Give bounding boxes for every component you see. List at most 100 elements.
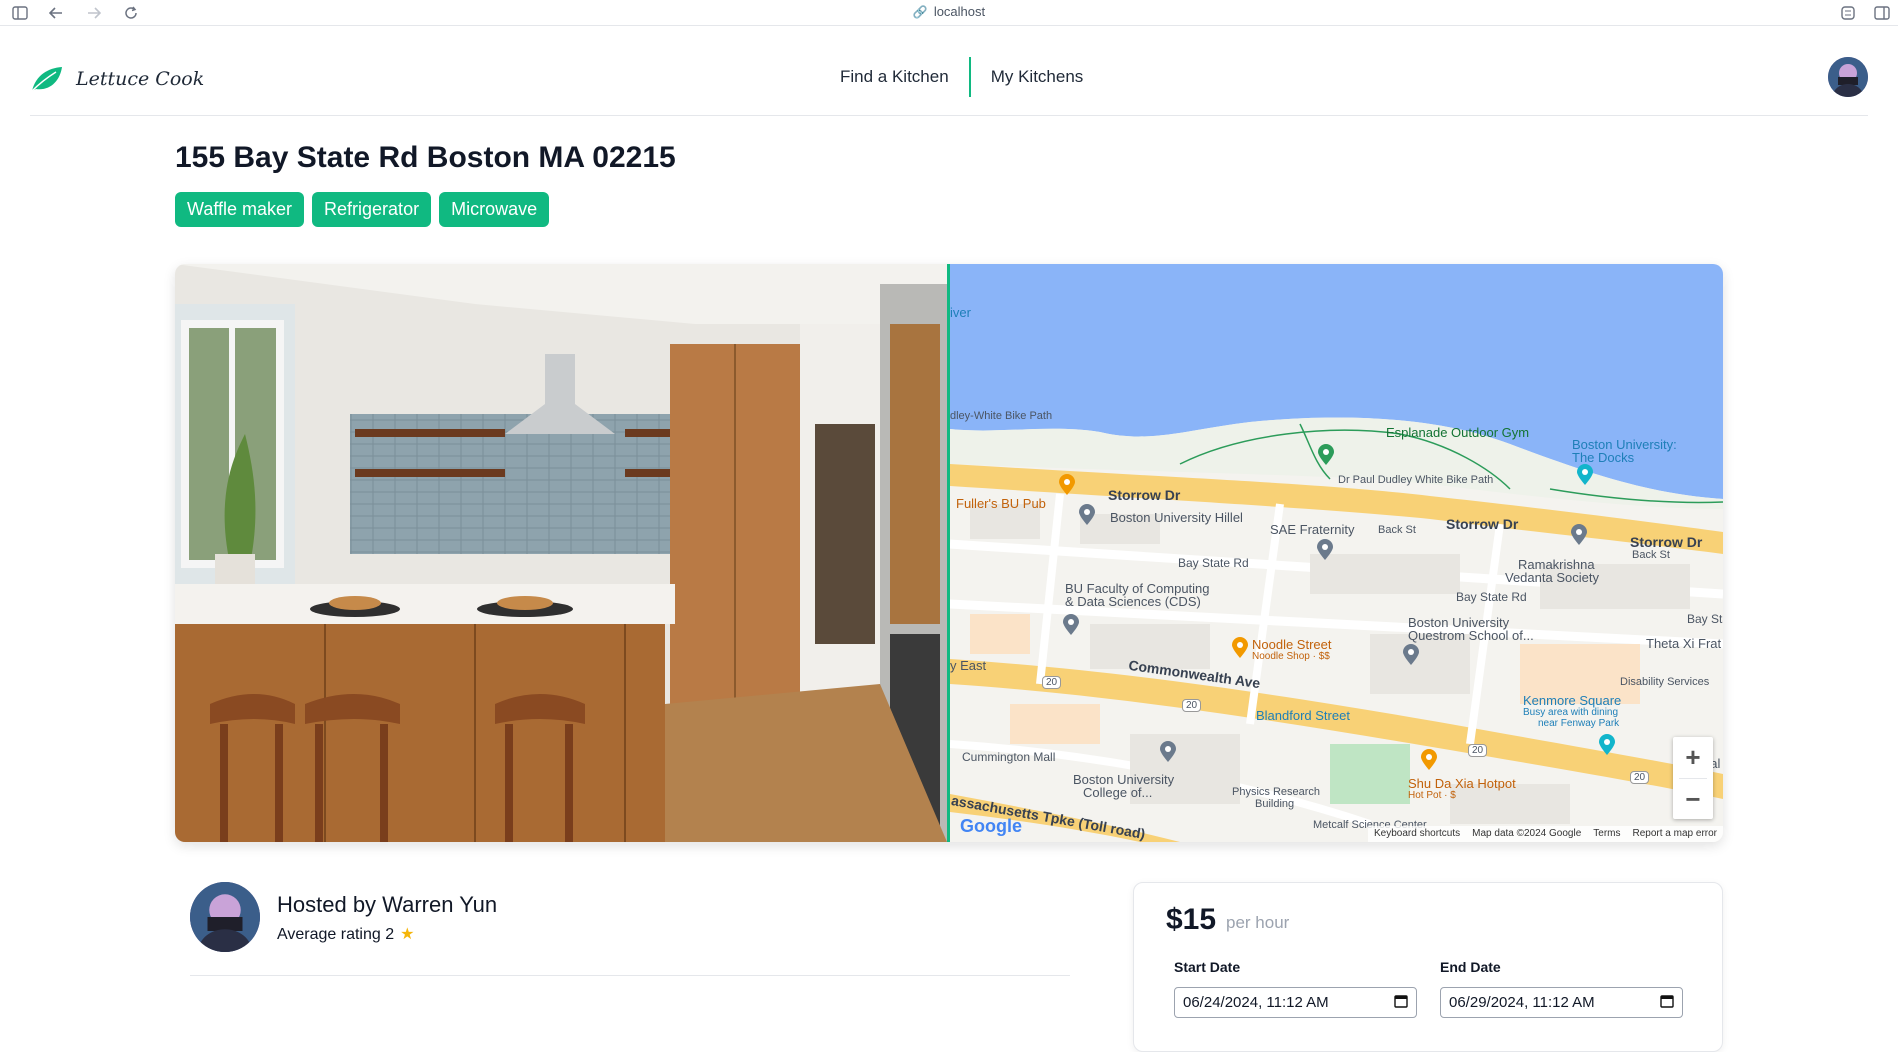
link-icon: 🔗: [912, 5, 928, 19]
map-pin-icon[interactable]: [1316, 539, 1334, 561]
map-label: Storrow Dr: [1446, 516, 1519, 532]
amenity-tag: Refrigerator: [312, 192, 432, 227]
amenity-tags: Waffle maker Refrigerator Microwave: [175, 192, 550, 227]
nav-find-kitchen[interactable]: Find a Kitchen: [820, 67, 969, 87]
google-logo-text: Google: [960, 816, 1022, 836]
nav-links: Find a Kitchen My Kitchens: [820, 57, 1103, 97]
hourly-price: $15: [1166, 903, 1217, 936]
map-pin-icon[interactable]: [1058, 474, 1076, 496]
map-pin-icon[interactable]: [1159, 741, 1177, 763]
map-label: Storrow Dr: [1630, 534, 1703, 550]
host-avatar-icon: [190, 882, 260, 952]
map-label: Disability Services: [1620, 676, 1710, 688]
map-label: Busy area with dining: [1523, 707, 1619, 718]
map-label: Building: [1255, 798, 1295, 810]
host-avatar: [190, 882, 260, 952]
calendar-icon[interactable]: [1660, 994, 1674, 1011]
route-shield: 20: [1630, 771, 1650, 784]
map-label: Bay State Rd: [1456, 590, 1527, 604]
map-label: Noodle Shop · $$: [1252, 651, 1330, 662]
map-label: iver: [950, 305, 971, 320]
map-pin-icon[interactable]: [1576, 464, 1594, 486]
address-bar[interactable]: 🔗 localhost: [0, 4, 1898, 19]
extension-icon[interactable]: [1838, 3, 1858, 23]
star-icon: ★: [400, 926, 415, 943]
map-label: Fuller's BU Pub: [956, 496, 1046, 511]
map-zoom-controls: + −: [1673, 737, 1713, 819]
map-label: Dr Paul Dudley White Bike Path: [1338, 474, 1494, 486]
listing-media: iver dley-White Bike Path Dr Paul Dudley…: [175, 264, 1723, 842]
zoom-in-button[interactable]: +: [1673, 737, 1713, 778]
host-section: Hosted by Warren Yun Average rating 2 ★: [190, 882, 1070, 976]
route-shield: 20: [1042, 676, 1062, 689]
map-label: Blandford Street: [1256, 708, 1350, 723]
map-label: Storrow Dr: [1108, 487, 1181, 503]
map-pin-icon[interactable]: [1402, 644, 1420, 666]
google-logo: Google: [960, 816, 1022, 837]
kitchen-photo-image: [175, 264, 947, 842]
start-date-value: 06/24/2024, 11:12 AM: [1183, 994, 1329, 1011]
amenity-tag: Waffle maker: [175, 192, 305, 227]
map-label: Noodle Street: [1252, 637, 1332, 652]
map-pin-icon[interactable]: [1062, 614, 1080, 636]
map-pin-icon[interactable]: [1317, 444, 1335, 466]
map-label: Kenmore Square: [1523, 693, 1622, 708]
map-terms-link[interactable]: Terms: [1593, 828, 1620, 840]
start-date-input[interactable]: 06/24/2024, 11:12 AM: [1174, 987, 1417, 1018]
map-label: The Docks: [1572, 450, 1635, 465]
map-label: Bay Sta: [1687, 612, 1723, 626]
map-label: SAE Fraternity: [1270, 522, 1355, 537]
host-rating-label: Average rating 2: [277, 926, 395, 943]
start-date-label: Start Date: [1174, 959, 1241, 975]
split-view-icon[interactable]: [1872, 3, 1892, 23]
kitchen-photo: [175, 264, 947, 842]
map-label: Hot Pot · $: [1408, 790, 1456, 801]
end-date-input[interactable]: 06/29/2024, 11:12 AM: [1440, 987, 1683, 1018]
leaf-icon: [31, 67, 62, 92]
brand-logo[interactable]: Lettuce Cook: [30, 65, 204, 93]
map-label: dley-White Bike Path: [950, 410, 1053, 422]
map-pin-icon[interactable]: [1231, 637, 1249, 659]
map-pin-icon[interactable]: [1570, 524, 1588, 546]
map-label: Questrom School of...: [1408, 628, 1534, 643]
location-map[interactable]: iver dley-White Bike Path Dr Paul Dudley…: [950, 264, 1723, 842]
zoom-out-button[interactable]: −: [1673, 779, 1713, 820]
user-avatar-icon: [1828, 57, 1868, 97]
user-avatar[interactable]: [1828, 57, 1868, 97]
map-report-error-link[interactable]: Report a map error: [1633, 828, 1717, 840]
nav-my-kitchens[interactable]: My Kitchens: [971, 67, 1104, 87]
map-label: Bay State Rd: [1178, 556, 1249, 570]
map-label: Physics Research: [1232, 786, 1321, 798]
map-pin-icon[interactable]: [1420, 749, 1438, 771]
map-label: Back St: [1632, 549, 1670, 561]
map-label: & Data Sciences (CDS): [1065, 594, 1201, 609]
amenity-tag: Microwave: [439, 192, 550, 227]
map-label: y East: [950, 658, 987, 673]
host-rating: Average rating 2 ★: [277, 924, 414, 944]
brand-name: Lettuce Cook: [76, 68, 205, 90]
listing-address: 155 Bay State Rd Boston MA 02215: [175, 141, 676, 174]
route-shield: 20: [1182, 699, 1202, 712]
map-footer: Keyboard shortcuts Map data ©2024 Google…: [1367, 826, 1723, 842]
map-label: Vedanta Society: [1505, 570, 1599, 585]
end-date-label: End Date: [1440, 959, 1501, 975]
map-label: Theta Xi Frat: [1646, 636, 1722, 651]
top-nav: Lettuce Cook Find a Kitchen My Kitchens: [30, 27, 1868, 116]
host-name: Hosted by Warren Yun: [277, 892, 498, 917]
browser-toolbar: 🔗 localhost: [0, 0, 1898, 26]
calendar-icon[interactable]: [1394, 994, 1408, 1011]
map-label: Esplanade Outdoor Gym: [1386, 425, 1530, 440]
map-keyboard-shortcuts-link[interactable]: Keyboard shortcuts: [1374, 828, 1460, 840]
map-label: Shu Da Xia Hotpot: [1408, 776, 1516, 791]
map-pin-icon[interactable]: [1078, 504, 1096, 526]
map-data-attribution: Map data ©2024 Google: [1472, 828, 1582, 839]
map-label: Back St: [1378, 524, 1416, 536]
end-date-value: 06/29/2024, 11:12 AM: [1449, 994, 1595, 1011]
map-label: Cummington Mall: [962, 750, 1056, 764]
map-label: near Fenway Park: [1538, 718, 1620, 729]
map-pin-icon[interactable]: [1598, 734, 1616, 756]
url-text: localhost: [933, 4, 986, 19]
map-label: Boston University Hillel: [1110, 510, 1243, 525]
map-label: College of...: [1083, 785, 1153, 800]
route-shield: 20: [1468, 744, 1488, 757]
